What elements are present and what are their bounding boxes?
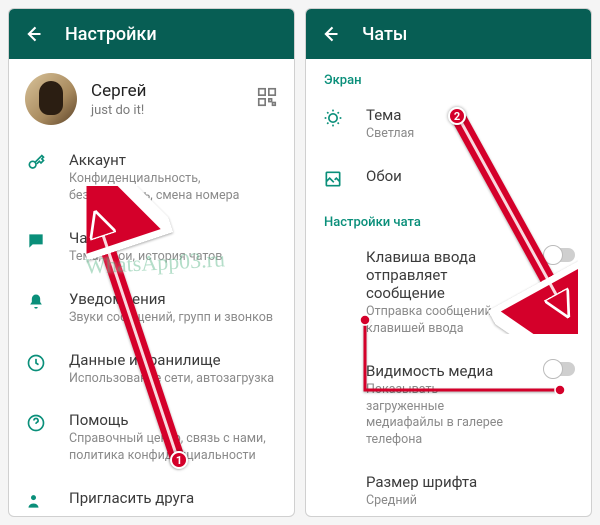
settings-item-invite[interactable]: Пригласить друга [9, 477, 294, 516]
item-sub: Использование сети, автозагрузка [69, 371, 278, 388]
wallpaper-icon [322, 169, 344, 189]
settings-screen: Настройки Сергей just do it! Аккаунт [8, 8, 295, 517]
section-chat-settings: Настройки чата [306, 201, 591, 236]
settings-list: Аккаунт Конфиденциальность, безопасность… [9, 139, 294, 516]
item-sub: Звуки сообщений, групп и звонков [69, 310, 278, 327]
media-visibility-switch[interactable] [545, 362, 575, 376]
bell-icon [25, 292, 47, 312]
item-title: Аккаунт [69, 151, 278, 169]
item-title: Обои [366, 167, 575, 185]
chats-settings-screen: Чаты Экран Тема Светлая Обои Настройки ч… [305, 8, 592, 517]
chats-item-media-visibility[interactable]: Видимость медиа Показывать загруженные м… [306, 350, 591, 462]
data-icon [25, 353, 47, 373]
key-icon [25, 153, 47, 173]
section-display: Экран [306, 59, 591, 94]
item-title: Уведомления [69, 290, 278, 308]
item-sub: Справочный центр, связь с нами, политика… [69, 431, 278, 465]
item-sub: Конфиденциальность, безопасность, смена … [69, 171, 278, 205]
chats-item-font-size[interactable]: Размер шрифта Средний [306, 461, 591, 516]
appbar-title: Чаты [362, 24, 407, 45]
qr-icon[interactable] [256, 86, 278, 112]
appbar-settings: Настройки [9, 9, 294, 59]
item-title: Тема [366, 106, 575, 124]
enter-send-switch[interactable] [545, 248, 575, 262]
item-title: Данные и хранилище [69, 351, 278, 369]
item-title: Помощь [69, 411, 278, 429]
settings-item-chats[interactable]: Чаты Тема, обои, история чатов [9, 217, 294, 278]
item-sub: Средний [366, 493, 575, 510]
item-title: Видимость медиа [366, 362, 517, 380]
item-sub: Отправка сообщений клавишей ввода [366, 304, 517, 338]
profile-name: Сергей [91, 81, 242, 101]
profile-status: just do it! [91, 103, 242, 118]
avatar [25, 73, 77, 125]
item-sub: Тема, обои, история чатов [69, 249, 278, 266]
invite-icon [25, 491, 47, 511]
chats-item-wallpaper[interactable]: Обои [306, 155, 591, 201]
settings-item-data[interactable]: Данные и хранилище Использование сети, а… [9, 339, 294, 400]
back-icon[interactable] [320, 24, 340, 44]
item-title: Пригласить друга [69, 489, 278, 507]
help-icon [25, 413, 47, 433]
theme-icon [322, 108, 344, 128]
item-title: Размер шрифта [366, 473, 575, 491]
chats-item-theme[interactable]: Тема Светлая [306, 94, 591, 155]
chats-item-enter-send[interactable]: Клавиша ввода отправляет сообщение Отпра… [306, 236, 591, 350]
chat-icon [25, 231, 47, 251]
item-sub: Показывать загруженные медиафайлы в гале… [366, 382, 517, 450]
appbar-chats: Чаты [306, 9, 591, 59]
settings-item-help[interactable]: Помощь Справочный центр, связь с нами, п… [9, 399, 294, 477]
settings-item-notifications[interactable]: Уведомления Звуки сообщений, групп и зво… [9, 278, 294, 339]
appbar-title: Настройки [65, 24, 157, 45]
item-title: Клавиша ввода отправляет сообщение [366, 248, 517, 302]
chats-list: Экран Тема Светлая Обои Настройки чата К… [306, 59, 591, 516]
profile-row[interactable]: Сергей just do it! [9, 59, 294, 139]
item-title: Чаты [69, 229, 278, 247]
settings-item-account[interactable]: Аккаунт Конфиденциальность, безопасность… [9, 139, 294, 217]
item-sub: Светлая [366, 126, 575, 143]
back-icon[interactable] [23, 24, 43, 44]
